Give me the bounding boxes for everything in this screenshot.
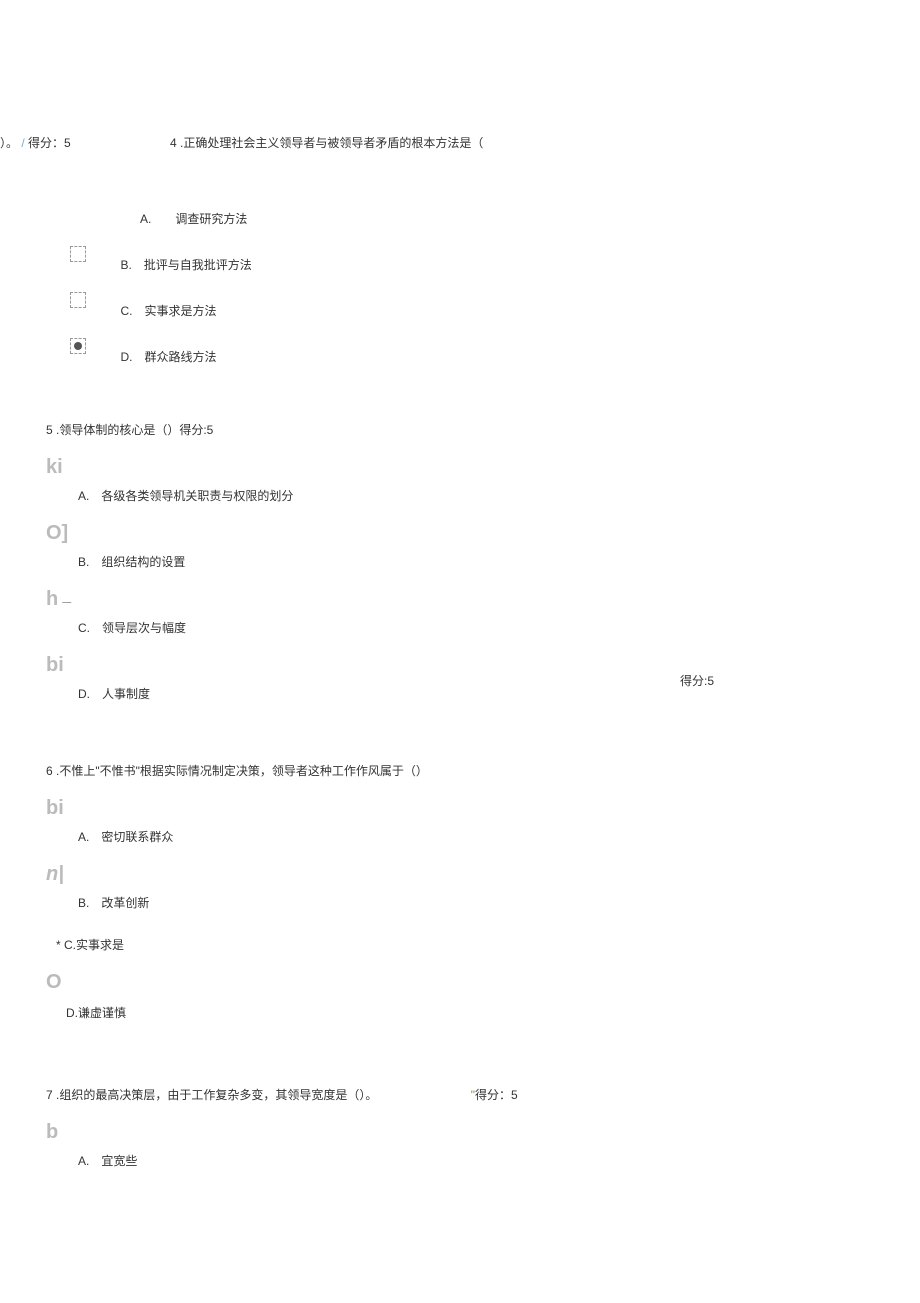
artifact-h: h <box>46 588 58 610</box>
artifact-text: b <box>46 1121 920 1144</box>
q4-number: 4 <box>170 136 177 150</box>
q5-option-c: C. 领导层次与幅度 <box>78 619 920 636</box>
q4-option-b: B. 批评与自我批评方法 <box>120 256 251 273</box>
question-4-header: ）。 / 得分：5 4 .正确处理社会主义领导者与被领导者矛盾的根本方法是（ <box>0 120 920 180</box>
q6-option-c: * C.实事求是 <box>56 936 920 953</box>
artifact-text: bi <box>46 654 920 677</box>
q5-option-d: D. 人事制度 <box>78 685 920 702</box>
q6-option-a: A. 密切联系群众 <box>78 828 920 845</box>
q4-option-c-row[interactable]: C. 实事求是方法 <box>70 292 920 320</box>
artifact-text: O] <box>46 522 920 545</box>
q5-option-a: A. 各级各类领导机关职责与权限的划分 <box>78 487 920 504</box>
q4-option-a: A. 调查研究方法 <box>140 210 247 227</box>
artifact-text: n| <box>46 863 920 886</box>
question-7-text: 7 .组织的最高决策层，由于工作复杂多变，其领导宽度是（）。 <box>46 1088 377 1102</box>
question-5-text: 5 .领导体制的核心是（）得分:5 <box>46 421 920 438</box>
q4-option-d: D. 群众路线方法 <box>120 348 216 365</box>
q4-question-text: 4 .正确处理社会主义领导者与被领导者矛盾的根本方法是（ <box>170 134 483 151</box>
radio-icon[interactable] <box>70 246 86 262</box>
q7-score: "得分：5 <box>471 1086 518 1103</box>
q4-score: ）。 / 得分：5 <box>0 134 71 151</box>
q6-option-d: D.谦虚谨慎 <box>66 1004 920 1021</box>
q4-option-d-row[interactable]: D. 群众路线方法 <box>70 338 920 366</box>
artifact-dash: — <box>62 597 71 607</box>
q6-score: 得分:5 <box>680 672 714 689</box>
artifact-text: bi <box>46 797 920 820</box>
q4-score-slash: / <box>21 136 24 150</box>
q4-option-c: C. 实事求是方法 <box>120 302 216 319</box>
q7-score-text: 得分：5 <box>475 1088 518 1102</box>
q4-score-text: 得分：5 <box>28 136 71 150</box>
q4-option-a-row: A. 调查研究方法 <box>70 210 920 228</box>
question-6-text: 6 .不惟上"不惟书"根据实际情况制定决策，领导者这种工作作风属于（） <box>46 762 920 779</box>
q4-score-prefix: ）。 <box>0 136 18 150</box>
q5-option-b: B. 组织结构的设置 <box>78 553 920 570</box>
radio-icon[interactable] <box>70 292 86 308</box>
artifact-text: ki <box>46 456 920 479</box>
radio-selected-icon[interactable] <box>70 338 86 354</box>
q6-option-b: B. 改革创新 <box>78 894 920 911</box>
q4-options: A. 调查研究方法 B. 批评与自我批评方法 C. 实事求是方法 D. 群众路线… <box>70 210 920 366</box>
artifact-text: h— <box>46 588 920 611</box>
q4-text-content: .正确处理社会主义领导者与被领导者矛盾的根本方法是（ <box>180 136 483 150</box>
q7-option-a: A. 宜宽些 <box>78 1152 920 1169</box>
q4-option-b-row[interactable]: B. 批评与自我批评方法 <box>70 246 920 274</box>
artifact-text: O <box>46 971 920 994</box>
question-7-row: 7 .组织的最高决策层，由于工作复杂多变，其领导宽度是（）。 "得分：5 <box>46 1086 920 1103</box>
